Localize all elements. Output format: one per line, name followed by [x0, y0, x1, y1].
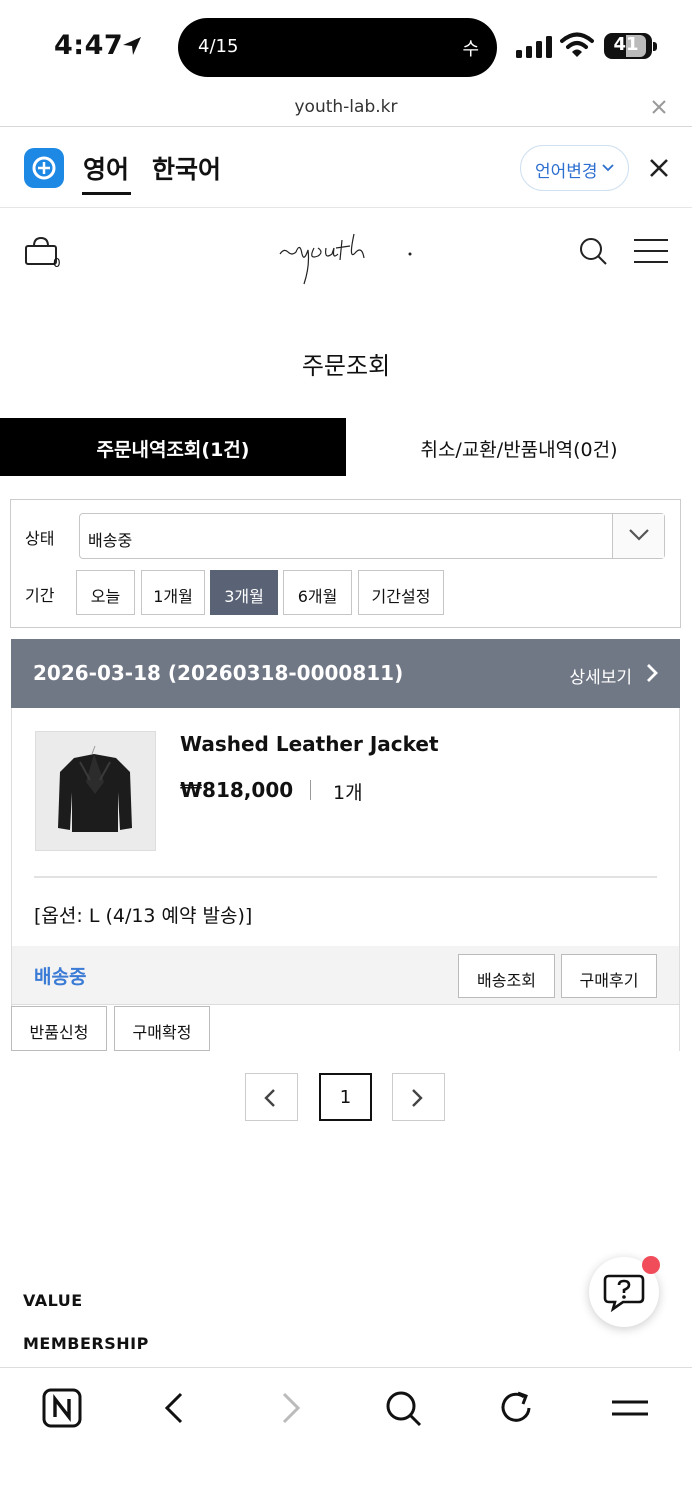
language-change-button[interactable]: 언어변경 [520, 145, 629, 191]
period-3month-button[interactable]: 3개월 [210, 570, 278, 615]
chevron-down-icon [629, 529, 649, 541]
track-shipment-button[interactable]: 배송조회 [458, 954, 555, 998]
period-6month-button[interactable]: 6개월 [283, 570, 352, 615]
pagination-next-button[interactable] [392, 1073, 445, 1121]
confirm-purchase-button[interactable]: 구매확정 [114, 1006, 210, 1051]
tab-cancel-exchange-return[interactable]: 취소/교환/반품내역(0건) [346, 418, 692, 476]
order-body: Washed Leather Jacket ₩818,000 1개 [옵션: L… [11, 708, 680, 1005]
footer-link-value[interactable]: VALUE [23, 1291, 83, 1310]
status-select[interactable]: 배송중 [79, 513, 665, 559]
chevron-down-icon [602, 164, 614, 172]
translate-close-icon[interactable] [648, 157, 670, 179]
translate-bar: 영어 한국어 언어변경 [0, 128, 692, 208]
order-status-badge: 배송중 [34, 966, 87, 988]
translate-logo-icon [24, 148, 64, 188]
period-filter-label: 기간 [25, 586, 55, 605]
cart-button[interactable]: 0 [24, 236, 64, 270]
brand-logo[interactable] [274, 222, 420, 294]
status-select-value: 배송중 [88, 531, 133, 550]
request-return-button[interactable]: 반품신청 [11, 1006, 107, 1051]
url-text: youth-lab.kr [294, 97, 398, 117]
product-price: ₩818,000 [180, 778, 294, 802]
status-time: 4:47 [54, 30, 124, 61]
period-custom-button[interactable]: 기간설정 [358, 570, 444, 615]
price-qty-divider [310, 780, 311, 800]
location-arrow-icon [123, 37, 141, 55]
page-title: 주문조회 [301, 352, 391, 380]
period-1month-button[interactable]: 1개월 [141, 570, 205, 615]
order-footer: 배송중 배송조회 구매후기 [12, 946, 679, 1005]
product-quantity: 1개 [333, 782, 363, 804]
write-review-button[interactable]: 구매후기 [561, 954, 657, 998]
question-bubble-icon [603, 1274, 645, 1312]
order-detail-link[interactable]: 상세보기 [569, 663, 632, 688]
browser-toolbar [0, 1367, 692, 1500]
chevron-left-icon [264, 1089, 275, 1107]
order-filter-panel: 상태 배송중 기간 오늘 1개월 3개월 6개월 기간설정 [10, 499, 681, 628]
notification-dot [642, 1256, 660, 1274]
search-icon[interactable] [383, 1388, 423, 1428]
island-left-text: 4/15 [198, 36, 239, 57]
order-right-border [679, 1005, 680, 1051]
back-icon[interactable] [155, 1388, 195, 1428]
forward-icon [282, 1392, 301, 1424]
status-select-toggle[interactable] [612, 514, 664, 558]
chevron-right-icon [412, 1089, 423, 1107]
island-right-text: 수 [462, 39, 479, 60]
search-icon[interactable] [578, 236, 608, 266]
battery-indicator: 41 [604, 33, 657, 59]
menu-icon[interactable] [610, 1388, 650, 1428]
product-option: [옵션: L (4/13 예약 발송)] [34, 905, 253, 927]
pagination-page[interactable]: 1 [319, 1073, 372, 1121]
divider [34, 876, 657, 878]
lang-tab-korean[interactable]: 한국어 [152, 150, 221, 186]
cart-count: 0 [53, 256, 61, 270]
status-bar: 4:47 4/15 수 41 [0, 0, 692, 96]
footer-link-membership[interactable]: MEMBERSHIP [23, 1334, 149, 1353]
battery-level: 41 [613, 34, 639, 55]
pagination-prev-button[interactable] [245, 1073, 298, 1121]
lang-tab-english[interactable]: 영어 [83, 150, 129, 186]
signal-icon [516, 36, 552, 58]
chevron-right-icon[interactable] [646, 663, 658, 683]
tab-order-history[interactable]: 주문내역조회(1건) [0, 418, 346, 476]
reload-icon[interactable] [496, 1388, 536, 1428]
period-today-button[interactable]: 오늘 [76, 570, 135, 615]
product-name[interactable]: Washed Leather Jacket [180, 732, 439, 756]
wifi-icon [560, 32, 594, 57]
dynamic-island: 4/15 수 [178, 18, 497, 77]
lang-tab-underline [82, 192, 131, 195]
url-bar[interactable]: youth-lab.kr [0, 90, 692, 127]
order-header: 2026-03-18 (20260318-0000811) 상세보기 [11, 639, 680, 708]
language-change-label: 언어변경 [535, 162, 598, 182]
order-date-id: 2026-03-18 (20260318-0000811) [33, 661, 404, 685]
naver-home-icon[interactable] [42, 1388, 82, 1428]
hamburger-menu-icon[interactable] [634, 238, 668, 264]
status-filter-label: 상태 [25, 529, 55, 548]
product-thumbnail[interactable] [35, 731, 156, 851]
close-icon[interactable] [650, 98, 668, 116]
